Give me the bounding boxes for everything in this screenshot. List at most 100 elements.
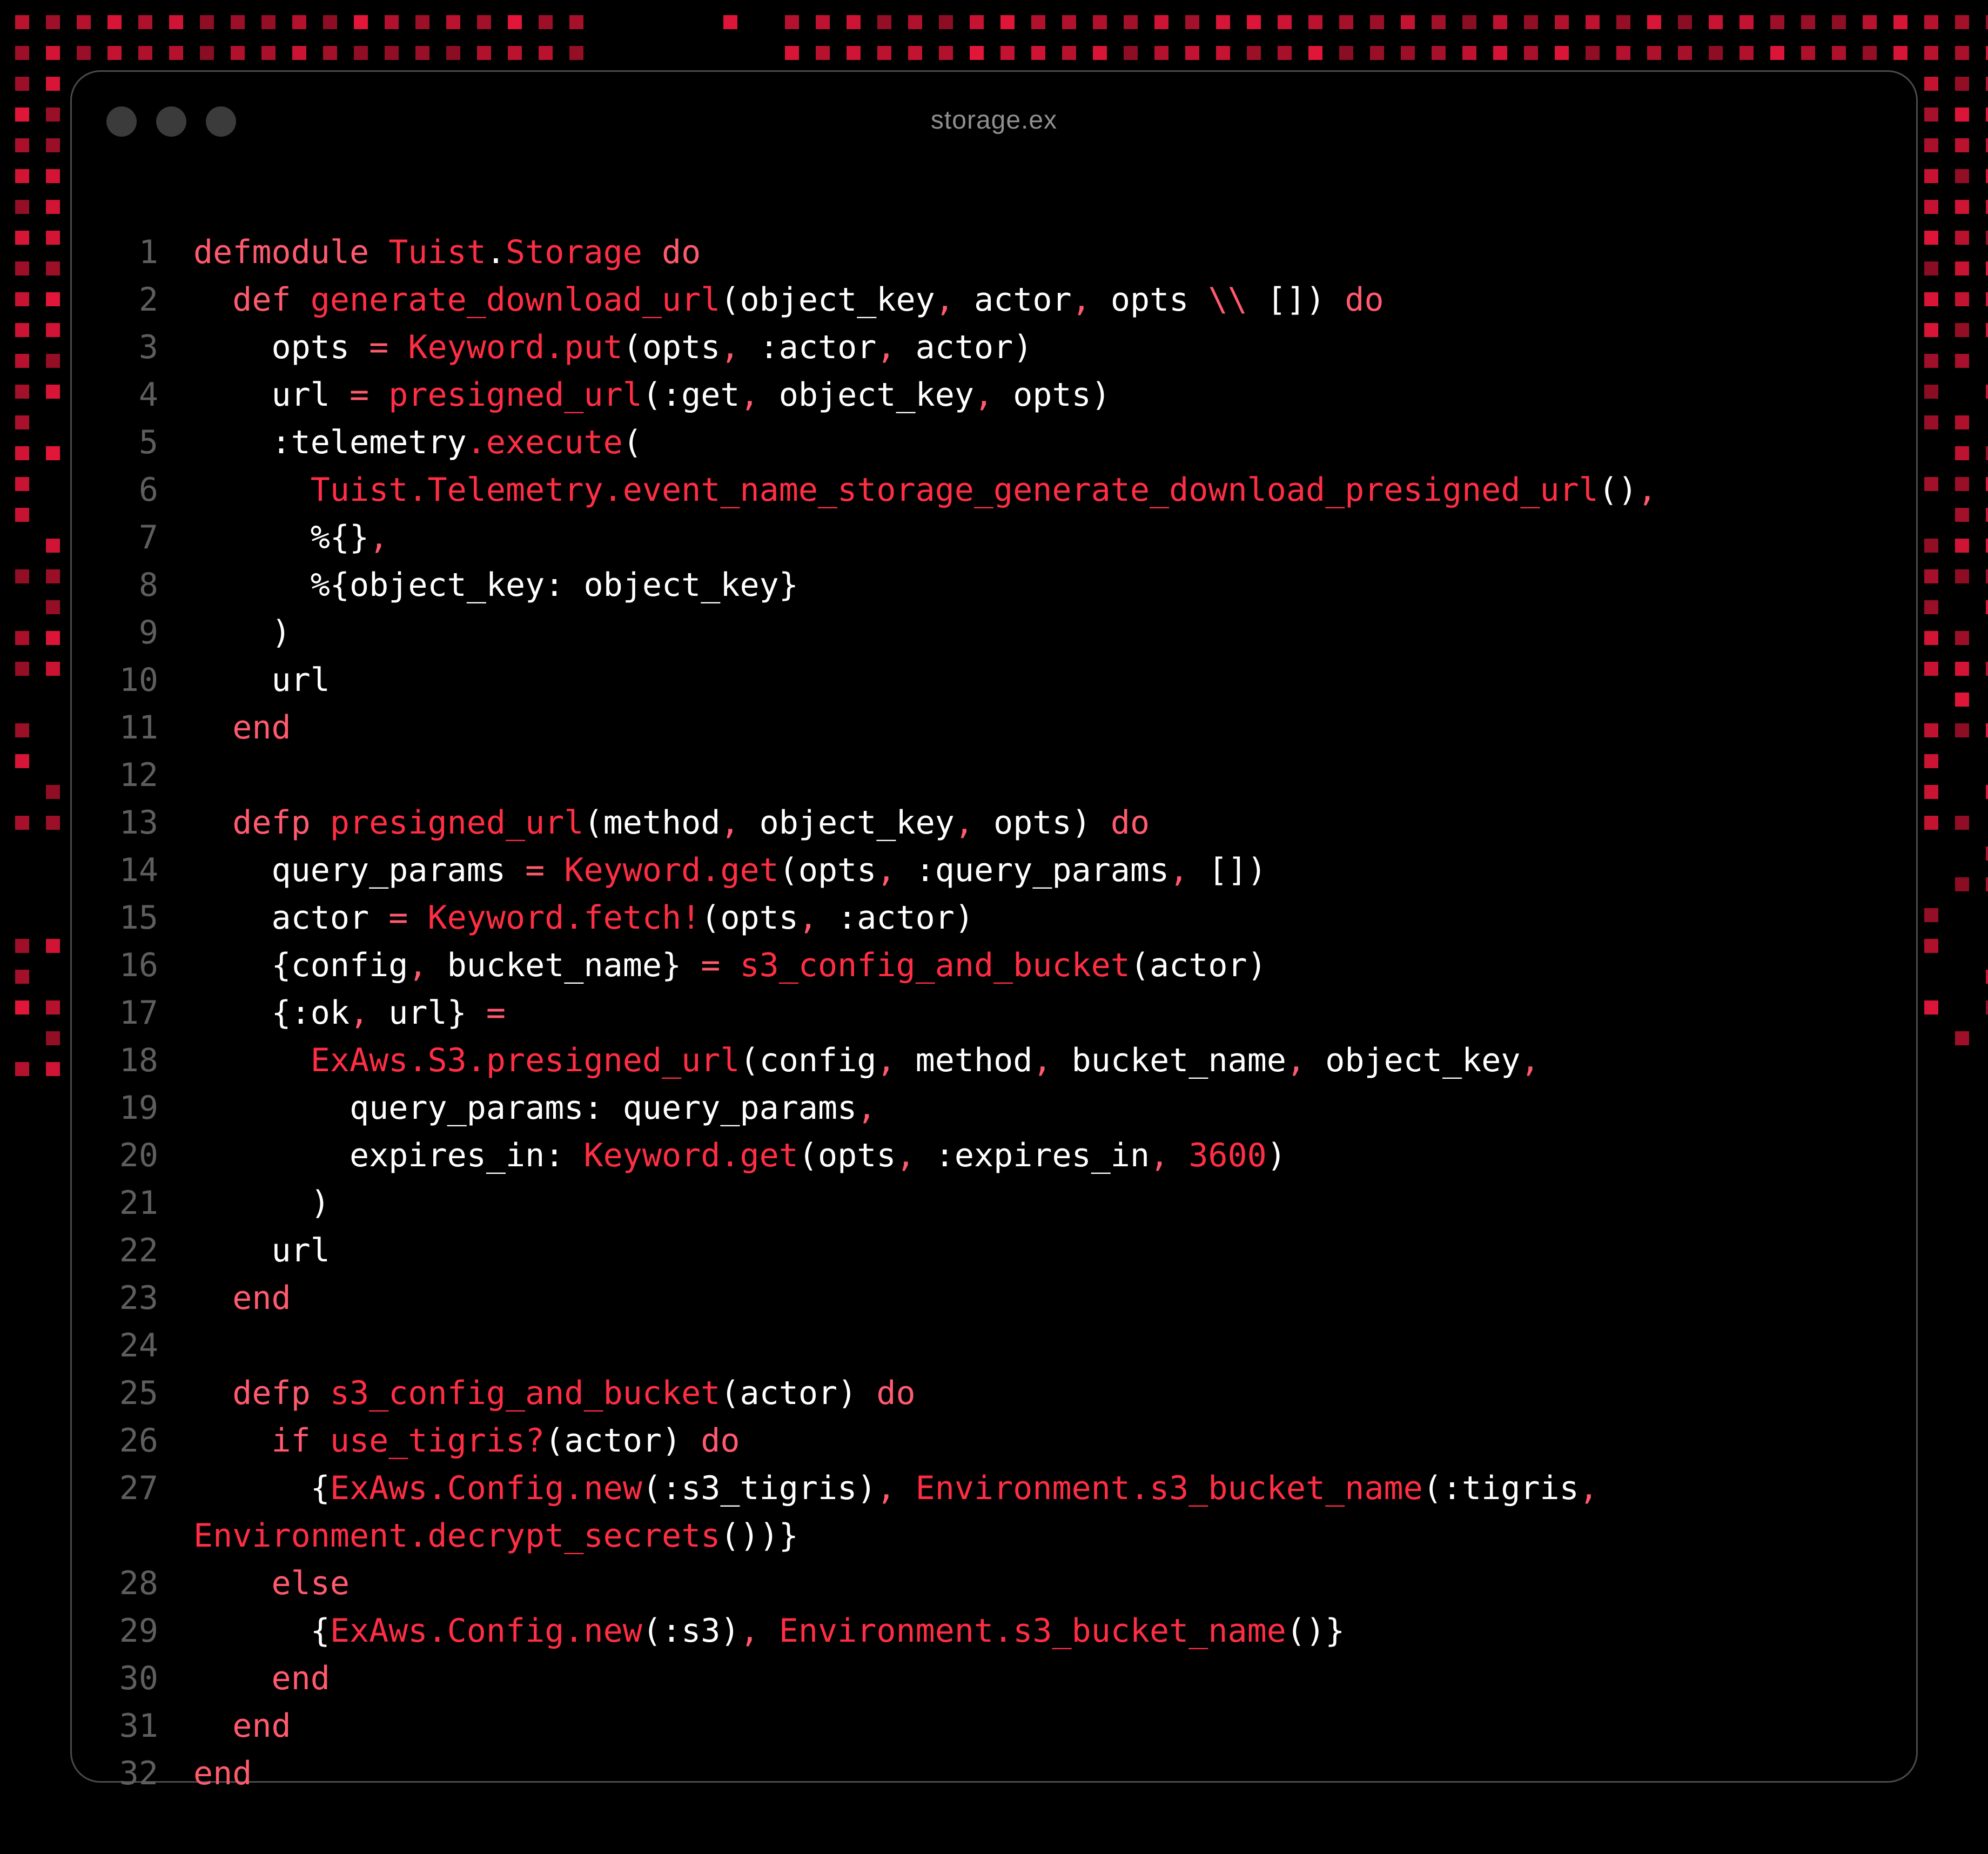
code-token: (actor) — [1130, 946, 1267, 984]
pixel-dot — [1955, 877, 1969, 891]
line-code: actor = Keyword.fetch!(opts, :actor) — [193, 894, 973, 942]
pixel-dot — [1893, 15, 1908, 29]
pixel-dot — [1986, 292, 1988, 306]
line-code: end — [193, 704, 291, 751]
pixel-dot — [446, 15, 460, 29]
pixel-dot — [1986, 261, 1988, 276]
code-token: , — [935, 281, 974, 319]
pixel-dot — [569, 46, 583, 60]
line-code: def generate_download_url(object_key, ac… — [193, 276, 1384, 324]
pixel-dot — [1247, 15, 1261, 29]
pixel-dot — [1986, 970, 1988, 984]
code-line: 28 else — [72, 1560, 1916, 1607]
pixel-dot — [477, 46, 491, 60]
code-token: presigned_url — [330, 804, 584, 842]
pixel-dot — [169, 15, 183, 29]
pixel-dot — [1401, 15, 1415, 29]
pixel-dot — [15, 261, 29, 276]
line-number: 16 — [119, 946, 158, 984]
pixel-dot — [1924, 46, 1938, 60]
line-code: defp presigned_url(method, object_key, o… — [193, 799, 1150, 847]
code-token: Keyword.get — [564, 851, 779, 889]
pixel-dot — [1955, 415, 1969, 429]
code-token: do — [1110, 804, 1150, 842]
line-number: 13 — [119, 804, 158, 842]
code-token: (object_key — [720, 281, 935, 319]
code-editor[interactable]: 1 defmodule Tuist.Storage do 2 def generat… — [72, 229, 1916, 1797]
pixel-dot — [1216, 46, 1230, 60]
pixel-dot — [323, 15, 337, 29]
code-token: (opts — [701, 899, 798, 937]
code-token: , — [876, 328, 916, 366]
pixel-dot — [1524, 15, 1538, 29]
pixel-dot — [46, 354, 60, 368]
pixel-dot — [1124, 15, 1138, 29]
code-token: (:get — [642, 376, 740, 414]
pixel-dot — [15, 816, 29, 830]
pixel-dot — [785, 46, 799, 60]
code-token: []) — [1208, 851, 1267, 889]
pixel-dot — [970, 46, 984, 60]
pixel-dot — [15, 231, 29, 245]
pixel-dot — [1986, 446, 1988, 460]
pixel-dot — [46, 108, 60, 122]
code-token: actor) — [915, 328, 1033, 366]
line-number: 24 — [119, 1327, 158, 1365]
pixel-dot — [1986, 77, 1988, 91]
pixel-dot — [1308, 46, 1322, 60]
code-token: . — [486, 233, 506, 271]
pixel-dot — [1924, 816, 1938, 830]
code-token: , — [798, 899, 838, 937]
pixel-dot — [508, 46, 522, 60]
code-token: , — [857, 1089, 877, 1127]
pixel-dot — [1986, 569, 1988, 583]
code-line: 27 {ExAws.Config.new(:s3_tigris), Enviro… — [72, 1465, 1916, 1512]
code-line: 4 url = presigned_url(:get, object_key, … — [72, 371, 1916, 419]
pixel-dot — [908, 46, 922, 60]
code-line: 24 — [72, 1322, 1916, 1369]
code-token: do — [1345, 281, 1384, 319]
pixel-dot — [1339, 15, 1353, 29]
pixel-dot — [1924, 569, 1938, 583]
code-token: do — [876, 1374, 916, 1412]
line-number: 14 — [119, 851, 158, 889]
pixel-dot — [1000, 46, 1015, 60]
pixel-dot — [1986, 1000, 1988, 1015]
line-code: {:ok, url} = — [193, 989, 506, 1037]
code-token: ())} — [720, 1517, 798, 1555]
pixel-dot — [46, 539, 60, 553]
line-number: 29 — [119, 1612, 158, 1650]
code-token: %{object_key: object_key} — [193, 566, 798, 604]
pixel-dot — [1924, 169, 1938, 183]
line-code: :telemetry.execute( — [193, 419, 642, 466]
code-token: actor — [973, 281, 1072, 319]
pixel-dot — [1493, 15, 1507, 29]
code-token: url} — [388, 994, 486, 1032]
pixel-dot — [261, 15, 276, 29]
pixel-dot — [1924, 1000, 1938, 1015]
pixel-dot — [477, 15, 491, 29]
pixel-dot — [1986, 508, 1988, 522]
code-line: 5 :telemetry.execute( — [72, 419, 1916, 466]
pixel-dot — [1955, 200, 1969, 214]
pixel-dot — [1986, 231, 1988, 245]
pixel-dot — [1986, 723, 1988, 737]
line-code: defp s3_config_and_bucket(actor) do — [193, 1369, 916, 1417]
line-number: 21 — [119, 1184, 158, 1222]
code-token: url — [193, 1232, 330, 1269]
pixel-dot — [1339, 46, 1353, 60]
pixel-dot — [1924, 292, 1938, 306]
line-number: 17 — [119, 994, 158, 1032]
code-token: defp — [232, 1374, 330, 1412]
pixel-dot — [1955, 446, 1969, 460]
pixel-dot — [138, 15, 152, 29]
code-token: (:s3) — [642, 1612, 740, 1650]
pixel-dot — [1678, 15, 1692, 29]
pixel-dot — [1493, 46, 1507, 60]
pixel-dot — [1709, 46, 1723, 60]
line-number: 3 — [138, 328, 158, 366]
line-number: 26 — [119, 1422, 158, 1460]
code-token: method — [915, 1042, 1033, 1079]
